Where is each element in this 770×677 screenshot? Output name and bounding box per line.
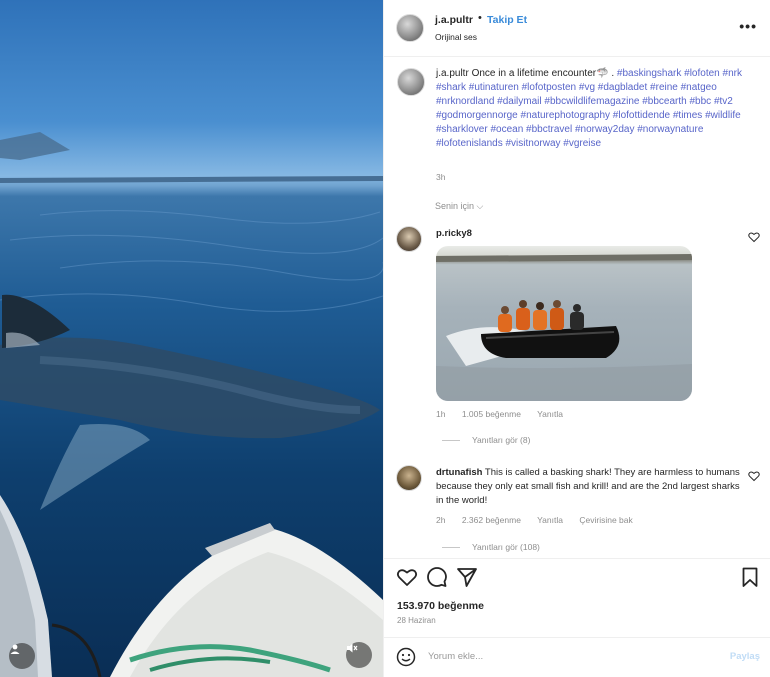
comment-heart-icon[interactable] — [748, 470, 760, 482]
comment-meta: 2h 2.362 beğenme Yanıtla Çevirisine bak — [436, 515, 647, 525]
more-options-icon[interactable]: ••• — [739, 18, 757, 34]
view-replies[interactable]: Yanıtları gör (108) — [442, 542, 540, 552]
mute-icon — [347, 643, 358, 653]
comment-time: 2h — [436, 515, 446, 525]
comment-body: drtunafish This is called a basking shar… — [436, 466, 746, 508]
comment-likes[interactable]: 2.362 beğenme — [462, 515, 521, 525]
comment-username[interactable]: drtunafish — [436, 467, 482, 478]
post-comment-button[interactable]: Paylaş — [730, 651, 760, 662]
reply-button[interactable]: Yanıtla — [537, 515, 563, 525]
author-username[interactable]: j.a.pultr — [435, 14, 473, 26]
comment-time: 1h — [436, 409, 446, 419]
emoji-icon[interactable] — [396, 647, 416, 667]
audio-label[interactable]: Orijinal ses — [435, 32, 477, 42]
caption-username[interactable]: j.a.pultr — [436, 68, 469, 79]
post-header: j.a.pultr • Takip Et Orijinal ses ••• — [384, 0, 770, 56]
bookmark-icon[interactable] — [739, 566, 761, 588]
boat-gif-image — [436, 254, 692, 401]
mute-button[interactable] — [346, 642, 372, 668]
comment-gif[interactable] — [436, 246, 692, 401]
comment-text: This is called a basking shark! They are… — [436, 467, 740, 506]
heart-icon[interactable] — [396, 566, 418, 588]
caption-hashtags[interactable]: #baskingshark #lofoten #nrk #shark #utin… — [436, 68, 742, 149]
header-divider — [384, 56, 770, 57]
view-replies-label[interactable]: Yanıtları gör (108) — [472, 542, 540, 552]
post-panel: j.a.pultr • Takip Et Orijinal ses ••• j.… — [383, 0, 770, 677]
comment-heart-icon[interactable] — [748, 231, 760, 243]
for-you-filter[interactable]: Senin için ⌵ — [435, 201, 483, 212]
follow-button[interactable]: Takip Et — [487, 14, 527, 26]
comment-meta: 1h 1.005 beğenme Yanıtla — [436, 409, 577, 419]
caption-avatar[interactable] — [397, 68, 425, 96]
view-replies-label[interactable]: Yanıtları gör (8) — [472, 435, 530, 445]
comment-avatar[interactable] — [396, 465, 422, 491]
replies-line — [442, 546, 460, 548]
like-count[interactable]: 153.970 beğenme — [397, 600, 484, 612]
user-tag-button[interactable] — [9, 643, 35, 669]
post-caption: j.a.pultr Once in a lifetime encounter🦈 … — [436, 67, 756, 151]
post-date: 28 Haziran — [397, 616, 436, 625]
replies-line — [442, 439, 460, 441]
reply-button[interactable]: Yanıtla — [537, 409, 563, 419]
comment-bar: Yorum ekle... Paylaş — [384, 638, 770, 677]
view-replies[interactable]: Yanıtları gör (8) — [442, 435, 530, 445]
comment-icon[interactable] — [426, 566, 448, 588]
share-icon[interactable] — [456, 566, 478, 588]
separator-dot: • — [478, 12, 482, 24]
caption-text: Once in a lifetime encounter🦈 . — [471, 68, 615, 79]
comment-input[interactable]: Yorum ekle... — [428, 651, 483, 662]
post-actions — [396, 566, 761, 588]
actions-divider — [384, 558, 770, 559]
post-media[interactable] — [0, 0, 383, 677]
comment-likes[interactable]: 1.005 beğenme — [462, 409, 521, 419]
basking-shark-photo — [0, 132, 383, 677]
comment-username[interactable]: p.ricky8 — [436, 228, 472, 239]
caption-time: 3h — [436, 172, 446, 182]
comment-avatar[interactable] — [396, 226, 422, 252]
author-avatar[interactable] — [396, 14, 424, 42]
see-translation-button[interactable]: Çevirisine bak — [579, 515, 632, 525]
user-tag-icon — [10, 644, 20, 654]
